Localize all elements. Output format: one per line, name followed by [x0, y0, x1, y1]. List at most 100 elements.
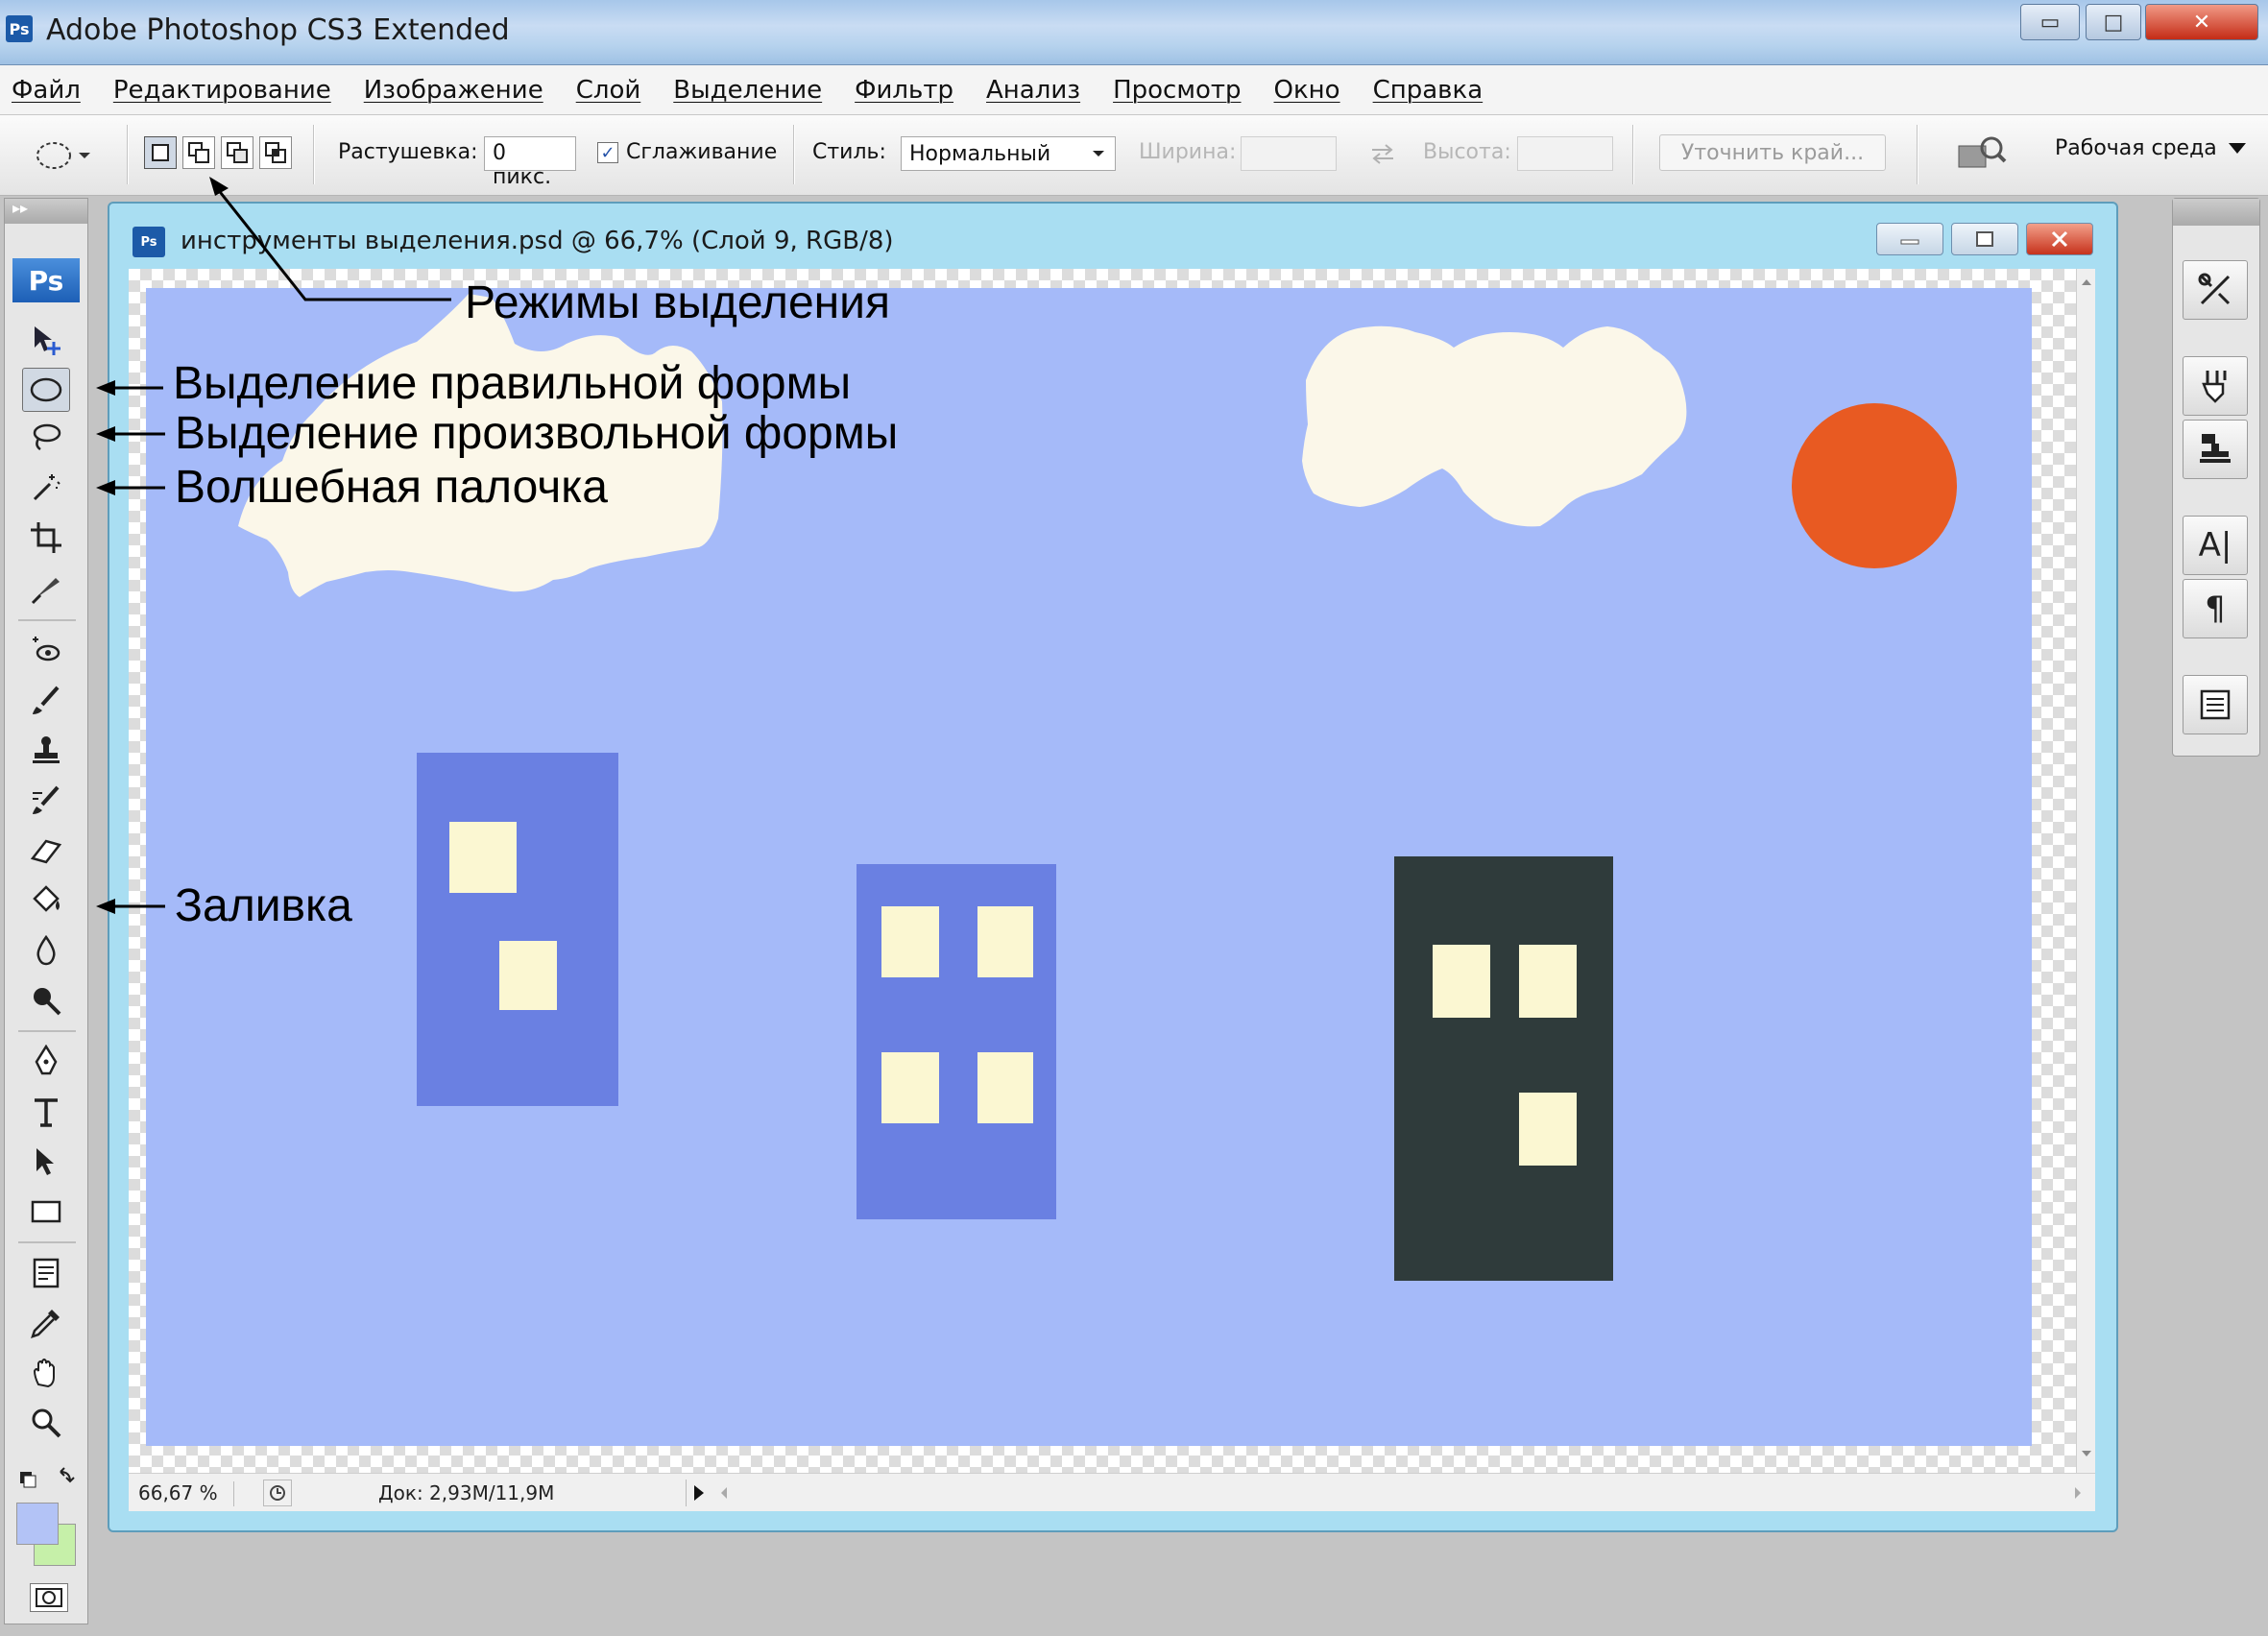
- subtract-from-selection-mode-button[interactable]: [221, 136, 253, 169]
- minimize-icon: [1900, 239, 1919, 245]
- zoom-level-field[interactable]: 66,67 %: [138, 1481, 234, 1506]
- minimize-button[interactable]: ▭: [2020, 4, 2080, 40]
- eraser-icon: [30, 839, 62, 864]
- panel-dock-header[interactable]: [2173, 199, 2259, 226]
- menu-view[interactable]: Просмотр: [1113, 76, 1241, 105]
- intersect-selection-icon: [265, 142, 286, 163]
- character-panel-button[interactable]: A|: [2183, 516, 2248, 575]
- scroll-down-icon: [2082, 1451, 2091, 1456]
- refine-edge-button[interactable]: Уточнить край...: [1659, 134, 1886, 171]
- doc-close-button[interactable]: [2026, 223, 2093, 255]
- rectangle-shape-icon: [31, 1200, 61, 1223]
- house-middle-window-2: [977, 906, 1033, 977]
- menu-window[interactable]: Окно: [1274, 76, 1340, 105]
- rectangle-tool[interactable]: [22, 1190, 70, 1234]
- clock-icon: [270, 1485, 285, 1501]
- maximize-button[interactable]: □: [2086, 4, 2141, 40]
- doc-maximize-button[interactable]: [1951, 223, 2018, 255]
- feather-label: Растушевка:: [338, 140, 478, 164]
- status-menu-button[interactable]: [686, 1480, 711, 1506]
- tool-preset-picker[interactable]: [35, 136, 111, 175]
- horizontal-scrollbar[interactable]: [716, 1478, 2089, 1508]
- paint-bucket-tool[interactable]: [22, 878, 70, 923]
- pen-tool[interactable]: [22, 1040, 70, 1084]
- menu-layer[interactable]: Слой: [576, 76, 641, 105]
- paragraph-panel-button[interactable]: ¶: [2183, 579, 2248, 638]
- house-middle-window-1: [881, 906, 939, 977]
- antialias-checkbox[interactable]: ✓: [597, 142, 618, 163]
- notes-tool[interactable]: [22, 1251, 70, 1295]
- height-input[interactable]: [1517, 136, 1613, 171]
- style-select[interactable]: Нормальный: [901, 136, 1116, 171]
- menu-select[interactable]: Выделение: [673, 76, 822, 105]
- doc-minimize-button[interactable]: [1876, 223, 1943, 255]
- house-middle-window-3: [881, 1052, 939, 1123]
- brushes-panel-button[interactable]: [2183, 356, 2248, 416]
- slice-tool[interactable]: [22, 565, 70, 610]
- quick-mask-icon: [36, 1588, 62, 1607]
- workspace-menu[interactable]: Рабочая среда: [2055, 136, 2248, 160]
- history-brush-tool[interactable]: [22, 779, 70, 823]
- new-selection-mode-button[interactable]: [144, 136, 177, 169]
- vertical-scrollbar[interactable]: [2076, 269, 2095, 1473]
- menu-file[interactable]: Файл: [12, 76, 81, 105]
- spot-healing-brush-tool[interactable]: [22, 629, 70, 673]
- add-selection-icon: [188, 142, 209, 163]
- type-tool[interactable]: [22, 1090, 70, 1134]
- width-input[interactable]: [1241, 136, 1337, 171]
- dodge-tool[interactable]: [22, 978, 70, 1022]
- eraser-tool[interactable]: [22, 829, 70, 873]
- clone-source-panel-button[interactable]: [2183, 420, 2248, 479]
- house-dark-window-2: [1519, 945, 1577, 1018]
- toolbox-collapse-toggle[interactable]: ▸▸: [5, 199, 87, 224]
- slice-knife-icon: [31, 578, 60, 605]
- status-info-button[interactable]: [263, 1480, 292, 1506]
- menu-help[interactable]: Справка: [1373, 76, 1484, 105]
- annotation-selection-modes: Режимы выделения: [465, 277, 890, 328]
- feather-input[interactable]: 0 пикс.: [484, 136, 576, 189]
- close-button[interactable]: ✕: [2145, 4, 2258, 40]
- note-icon: [33, 1258, 60, 1288]
- pen-nib-icon: [35, 1045, 58, 1075]
- crop-tool[interactable]: [22, 516, 70, 560]
- annotation-magic-wand: Волшебная палочка: [175, 462, 608, 513]
- info-panel-button[interactable]: [2183, 675, 2248, 734]
- path-selection-tool[interactable]: [22, 1140, 70, 1184]
- zoom-tool[interactable]: [22, 1401, 70, 1445]
- default-colors-swap[interactable]: [14, 1464, 82, 1493]
- menu-analysis[interactable]: Анализ: [986, 76, 1080, 105]
- foreground-color-swatch[interactable]: [16, 1503, 59, 1545]
- bridge-button[interactable]: [1955, 132, 2009, 175]
- add-to-selection-mode-button[interactable]: [182, 136, 215, 169]
- annotation-fill: Заливка: [175, 880, 352, 931]
- tool-presets-panel-button[interactable]: [2183, 260, 2248, 320]
- healing-brush-icon: [33, 637, 60, 662]
- play-arrow-icon: [693, 1485, 704, 1501]
- move-tool[interactable]: [22, 318, 70, 362]
- magnifier-icon: [32, 1408, 61, 1438]
- ellipse-marquee-icon: [36, 142, 71, 169]
- quick-mask-button[interactable]: [30, 1583, 68, 1612]
- lasso-tool[interactable]: [22, 416, 70, 460]
- options-bar: Растушевка: 0 пикс. ✓ Сглаживание Стиль:…: [0, 115, 2268, 196]
- house-middle-window-4: [977, 1052, 1033, 1123]
- menu-filter[interactable]: Фильтр: [855, 76, 953, 105]
- clone-stamp-tool[interactable]: [22, 729, 70, 773]
- blur-tool[interactable]: [22, 928, 70, 973]
- hand-tool[interactable]: [22, 1351, 70, 1395]
- tools-icon: [2198, 273, 2231, 305]
- magic-wand-tool[interactable]: [22, 466, 70, 510]
- menu-image[interactable]: Изображение: [364, 76, 543, 105]
- menu-edit[interactable]: Редактирование: [113, 76, 331, 105]
- swap-width-height-button[interactable]: [1363, 136, 1402, 171]
- height-label: Высота:: [1423, 140, 1511, 164]
- water-drop-icon: [36, 934, 56, 966]
- elliptical-marquee-tool[interactable]: [22, 368, 70, 412]
- brush-tool[interactable]: [22, 679, 70, 723]
- eyedropper-tool[interactable]: [22, 1301, 70, 1345]
- photoshop-logo[interactable]: Ps: [12, 258, 80, 302]
- ellipse-marquee-icon: [30, 377, 62, 402]
- new-selection-icon: [152, 144, 169, 161]
- intersect-selection-mode-button[interactable]: [259, 136, 292, 169]
- paint-bucket-icon: [33, 885, 60, 912]
